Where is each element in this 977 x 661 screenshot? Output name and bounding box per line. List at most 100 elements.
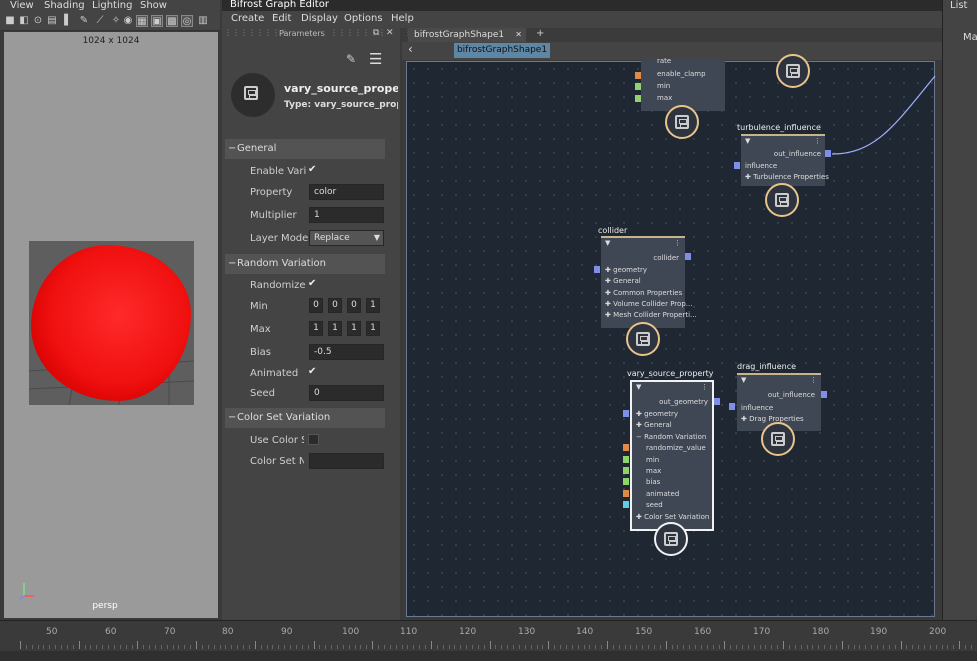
enable-variation-checkbox[interactable]: ✔ — [308, 165, 319, 176]
node-collider[interactable]: ▼ ⋮ collider ✚ geometry ✚ General ✚ Comm… — [601, 236, 685, 328]
smooth-shade-icon[interactable]: ▩ — [166, 15, 178, 27]
tick-label: 200 — [929, 627, 946, 637]
add-tab-button[interactable]: + — [536, 28, 544, 39]
breadcrumb[interactable]: bifrostGraphShape1 — [454, 43, 550, 58]
graph-breadcrumb-bar: ‹ bifrostGraphShape1 — [402, 42, 942, 60]
close-icon[interactable]: ✕ — [386, 28, 394, 38]
use-color-set-checkbox[interactable] — [308, 434, 319, 445]
clip-icon[interactable]: ▌ — [62, 15, 74, 27]
min-y-field[interactable]: 0 — [328, 298, 342, 313]
ruler-icon[interactable]: ⟋ — [94, 15, 106, 27]
compound-badge-icon[interactable] — [761, 422, 795, 456]
bookmark-icon[interactable]: ⊙ — [32, 15, 44, 27]
tab-bifrostgraphshape1[interactable]: bifrostGraphShape1 ✕ — [408, 28, 526, 42]
tick-label: 100 — [342, 627, 359, 637]
compound-badge-icon[interactable] — [776, 54, 810, 88]
menu-show[interactable]: Show — [140, 0, 167, 11]
timeline-tick — [560, 645, 561, 649]
tick-label: 110 — [400, 627, 417, 637]
timeline-tick — [507, 645, 508, 649]
timeline-tick — [196, 641, 197, 649]
section-general[interactable]: −General — [225, 139, 385, 159]
timeline-tick — [355, 645, 356, 649]
right-panel: List Ma — [942, 0, 977, 620]
timeline-tick — [730, 645, 731, 649]
timeline-tick — [842, 641, 843, 649]
section-color-set-variation[interactable]: −Color Set Variation — [225, 408, 385, 428]
node-turbulence-influence[interactable]: ▼ ⋮ out_influence influence ✚ Turbulence… — [741, 134, 825, 186]
grid-icon[interactable]: ▦ — [136, 15, 148, 27]
timeline-tick — [378, 645, 379, 649]
tab-close-icon[interactable]: ✕ — [515, 28, 522, 42]
min-z-field[interactable]: 0 — [347, 298, 361, 313]
section-random-variation[interactable]: −Random Variation — [225, 254, 385, 274]
min-label: Min — [250, 301, 268, 312]
menu-options[interactable]: Options — [344, 13, 383, 24]
zoom-icon[interactable]: ◉ — [122, 15, 134, 27]
3d-viewport[interactable]: 1024 x 1024 persp — [4, 32, 218, 618]
camera-icon[interactable]: ■ — [4, 15, 16, 27]
menu-shading[interactable]: Shading — [44, 0, 85, 11]
max-z-field[interactable]: 1 — [347, 321, 361, 336]
camera-attr-icon[interactable]: ◧ — [18, 15, 30, 27]
timeline-tick — [865, 645, 866, 649]
property-field[interactable]: color — [309, 184, 384, 200]
textured-icon[interactable]: ◎ — [181, 15, 193, 27]
timeline-tick — [61, 645, 62, 649]
menu-create[interactable]: Create — [231, 13, 264, 24]
timeline-tick — [542, 645, 543, 649]
timeline-tick — [736, 645, 737, 649]
min-x-field[interactable]: 0 — [309, 298, 323, 313]
timeline-tick — [824, 645, 825, 649]
grease-pencil-icon[interactable]: ✎ — [78, 15, 90, 27]
light-icon[interactable]: ✧ — [110, 15, 122, 27]
detach-icon[interactable]: ⧉ — [373, 28, 379, 38]
animated-checkbox[interactable]: ✔ — [308, 367, 319, 378]
bias-field[interactable]: -0.5 — [309, 344, 384, 360]
multiplier-field[interactable]: 1 — [309, 207, 384, 223]
graph-canvas[interactable]: rate enable_clamp min max turbulence_inf… — [406, 61, 935, 617]
timeline-tick — [126, 645, 127, 649]
menu-edit[interactable]: Edit — [272, 13, 291, 24]
menu-view[interactable]: View — [10, 0, 34, 11]
timeline-tick — [936, 645, 937, 649]
timeline-tick — [290, 645, 291, 649]
tick-label: 80 — [222, 627, 233, 637]
xray-icon[interactable]: ▥ — [197, 15, 209, 27]
timeline-tick — [877, 645, 878, 649]
compound-badge-icon[interactable] — [626, 322, 660, 356]
seed-field[interactable]: 0 — [309, 385, 384, 401]
layer-mode-select[interactable]: Replace ▼ — [309, 230, 384, 246]
timeline-tick — [90, 645, 91, 649]
compound-badge-icon[interactable] — [654, 522, 688, 556]
node-vary-source-property[interactable]: ▼ ⋮ out_geometry ✚ geometry ✚ General − … — [630, 380, 714, 531]
max-x-field[interactable]: 1 — [309, 321, 323, 336]
menu-lighting[interactable]: Lighting — [92, 0, 132, 11]
back-icon[interactable]: ‹ — [408, 42, 413, 56]
image-plane-icon[interactable]: ▤ — [46, 15, 58, 27]
tick-label: 170 — [753, 627, 770, 637]
node-top-partial[interactable]: rate enable_clamp min max — [641, 60, 725, 111]
compound-badge-icon[interactable] — [665, 105, 699, 139]
menu-display[interactable]: Display — [301, 13, 338, 24]
menu-list[interactable]: List — [950, 0, 967, 11]
timeline-tick — [149, 645, 150, 649]
animated-label: Animated — [250, 368, 298, 379]
min-w-field[interactable]: 1 — [366, 298, 380, 313]
timeline[interactable]: 50 60 70 80 90 100 110 120 130 140 150 1… — [0, 620, 977, 660]
wireframe-icon[interactable]: ▣ — [151, 15, 163, 27]
timeline-tick — [707, 645, 708, 649]
timeline-tick — [484, 645, 485, 649]
max-w-field[interactable]: 1 — [366, 321, 380, 336]
menu-hamburger-icon[interactable]: ☰ — [369, 50, 382, 68]
timeline-tick — [859, 645, 860, 649]
max-y-field[interactable]: 1 — [328, 321, 342, 336]
randomize-checkbox[interactable]: ✔ — [308, 279, 319, 290]
timeline-tick — [771, 645, 772, 649]
pin-icon[interactable]: ✎ — [346, 52, 356, 66]
menu-help[interactable]: Help — [391, 13, 414, 24]
timeline-tick — [32, 645, 33, 649]
compound-badge-icon[interactable] — [765, 183, 799, 217]
color-set-name-field[interactable] — [309, 453, 384, 469]
timeline-tick — [102, 645, 103, 649]
